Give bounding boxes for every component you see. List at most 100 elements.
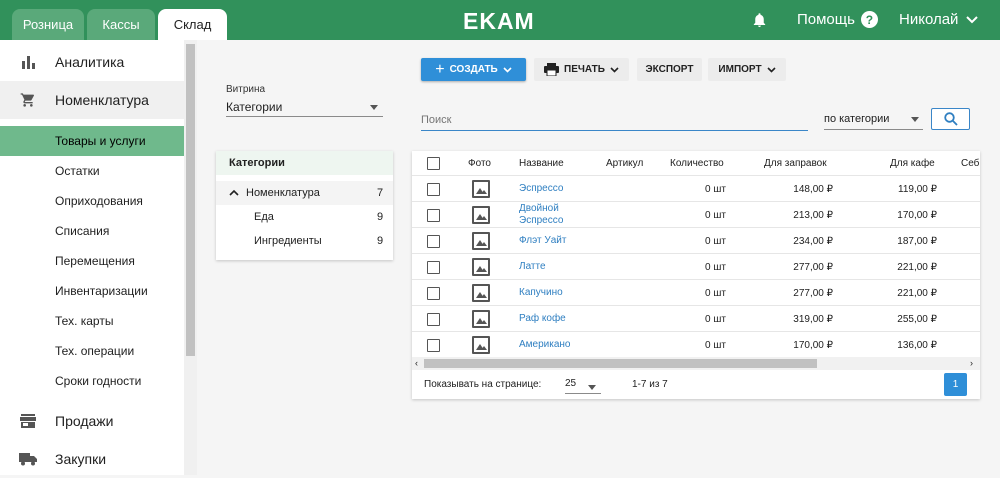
help-button[interactable]: Помощь? <box>797 11 878 28</box>
price-cafe-field[interactable]: 187,00 ₽ <box>857 228 937 254</box>
table-row[interactable]: Латте 0 шт 277,00 ₽ 221,00 ₽ <box>412 253 980 280</box>
product-name-link[interactable]: Эспрессо <box>519 176 563 202</box>
categories-panel: Категории Номенклатура 7 Еда 9 Ингредиен… <box>216 151 393 260</box>
column-header-quantity[interactable]: Количество <box>670 151 724 175</box>
sidebar-subitem-receipts[interactable]: Оприходования <box>0 186 184 216</box>
table-row[interactable]: Раф кофе 0 шт 319,00 ₽ 255,00 ₽ <box>412 305 980 332</box>
category-row[interactable]: Номенклатура 7 <box>216 181 393 205</box>
sidebar-subitem-stock[interactable]: Остатки <box>0 156 184 186</box>
showcase-select[interactable]: Категории <box>226 97 383 117</box>
sidebar-item-analytics[interactable]: Аналитика <box>0 43 184 81</box>
select-all-checkbox[interactable] <box>427 151 440 175</box>
scroll-right-icon[interactable]: › <box>970 358 973 368</box>
search-scope-select[interactable]: по категории <box>824 108 923 130</box>
sidebar-scrollbar-thumb[interactable] <box>186 44 195 356</box>
product-quantity: 0 шт <box>705 235 726 247</box>
export-label: ЭКСПОРТ <box>645 64 694 75</box>
create-button[interactable]: + СОЗДАТЬ <box>421 58 526 81</box>
sidebar-subitem-inventory[interactable]: Инвентаризации <box>0 276 184 306</box>
price-refuel-field[interactable]: 170,00 ₽ <box>753 332 833 358</box>
sidebar-subitem-tech-operations[interactable]: Тех. операции <box>0 336 184 366</box>
price-refuel-field[interactable]: 148,00 ₽ <box>753 176 833 202</box>
product-name-link[interactable]: Флэт Уайт <box>519 228 566 254</box>
product-quantity: 0 шт <box>705 287 726 299</box>
category-label: Еда <box>254 211 274 223</box>
row-checkbox[interactable] <box>427 202 440 228</box>
sidebar-subitem-transfers[interactable]: Перемещения <box>0 246 184 276</box>
product-name-link[interactable]: Латте <box>519 254 546 280</box>
column-header-name[interactable]: Название <box>519 151 564 175</box>
price-cafe-field[interactable]: 255,00 ₽ <box>857 306 937 332</box>
sidebar-item-sales[interactable]: Продажи <box>0 402 184 440</box>
price-cafe-field[interactable]: 136,00 ₽ <box>857 332 937 358</box>
row-checkbox[interactable] <box>427 306 440 332</box>
column-header-cost[interactable]: Себ <box>961 151 979 175</box>
table-row[interactable]: Капучино 0 шт 277,00 ₽ 221,00 ₽ <box>412 279 980 306</box>
column-header-photo[interactable]: Фото <box>468 151 491 175</box>
tab-retail[interactable]: Розница <box>12 9 84 40</box>
row-checkbox[interactable] <box>427 280 440 306</box>
category-row[interactable]: Еда 9 <box>216 205 393 229</box>
price-refuel-value: 277,00 ₽ <box>793 261 833 273</box>
sidebar-subitem-goods[interactable]: Товары и услуги <box>0 126 184 156</box>
price-refuel-field[interactable]: 277,00 ₽ <box>753 280 833 306</box>
price-cafe-field[interactable]: 119,00 ₽ <box>857 176 937 202</box>
product-quantity: 0 шт <box>705 313 726 325</box>
table-horizontal-scrollbar[interactable]: ‹ › <box>412 357 980 370</box>
column-header-article[interactable]: Артикул <box>606 151 643 175</box>
product-name-link[interactable]: Американо <box>519 332 571 358</box>
category-row[interactable]: Ингредиенты 9 <box>216 229 393 253</box>
price-cafe-value: 255,00 ₽ <box>897 313 937 325</box>
price-refuel-field[interactable]: 234,00 ₽ <box>753 228 833 254</box>
row-checkbox[interactable] <box>427 254 440 280</box>
product-name-link[interactable]: Раф кофе <box>519 306 566 332</box>
price-cafe-field[interactable]: 170,00 ₽ <box>857 202 937 228</box>
sidebar-item-purchases[interactable]: Закупки <box>0 440 184 478</box>
bell-icon[interactable] <box>751 11 768 29</box>
app-logo: EKAM <box>463 8 535 34</box>
row-checkbox[interactable] <box>427 332 440 358</box>
rows-per-page-select[interactable]: 25 <box>565 374 601 394</box>
user-menu[interactable]: Николай <box>899 11 979 28</box>
price-refuel-field[interactable]: 277,00 ₽ <box>753 254 833 280</box>
dropdown-caret-icon <box>370 105 378 110</box>
sidebar-subitem-writeoffs[interactable]: Списания <box>0 216 184 246</box>
tab-registers[interactable]: Кассы <box>87 9 155 40</box>
price-cafe-field[interactable]: 221,00 ₽ <box>857 254 937 280</box>
table-scrollbar-thumb[interactable] <box>424 359 817 368</box>
image-placeholder-icon <box>472 280 490 306</box>
search-button[interactable] <box>931 108 970 130</box>
search-field[interactable] <box>421 110 808 131</box>
sidebar-item-label: Номенклатура <box>55 92 149 108</box>
price-refuel-field[interactable]: 213,00 ₽ <box>753 202 833 228</box>
column-header-price-refuel[interactable]: Для заправок <box>764 151 827 175</box>
table-row[interactable]: Эспрессо 0 шт 148,00 ₽ 119,00 ₽ <box>412 175 980 202</box>
row-checkbox[interactable] <box>427 176 440 202</box>
import-button[interactable]: ИМПОРТ <box>708 58 786 81</box>
price-refuel-value: 234,00 ₽ <box>793 235 833 247</box>
create-label: СОЗДАТЬ <box>449 64 498 75</box>
price-refuel-field[interactable]: 319,00 ₽ <box>753 306 833 332</box>
export-button[interactable]: ЭКСПОРТ <box>637 58 702 81</box>
page-1-button[interactable]: 1 <box>944 373 967 396</box>
price-cafe-field[interactable]: 221,00 ₽ <box>857 280 937 306</box>
row-checkbox[interactable] <box>427 228 440 254</box>
table-row[interactable]: Двойной Эспрессо 0 шт 213,00 ₽ 170,00 ₽ <box>412 201 980 228</box>
search-input[interactable] <box>421 114 808 126</box>
scroll-left-icon[interactable]: ‹ <box>415 358 418 368</box>
sidebar-item-label: Аналитика <box>55 54 125 70</box>
table-row[interactable]: Флэт Уайт 0 шт 234,00 ₽ 187,00 ₽ <box>412 227 980 254</box>
product-name-link[interactable]: Двойной Эспрессо <box>519 202 563 228</box>
sidebar-subitem-tech-cards[interactable]: Тех. карты <box>0 306 184 336</box>
product-name-link[interactable]: Капучино <box>519 280 563 306</box>
table-row[interactable]: Американо 0 шт 170,00 ₽ 136,00 ₽ <box>412 331 980 358</box>
image-placeholder-icon <box>472 332 490 358</box>
chevron-up-icon[interactable] <box>229 189 239 196</box>
tab-warehouse[interactable]: Склад <box>158 9 227 40</box>
price-refuel-value: 319,00 ₽ <box>793 313 833 325</box>
sidebar-subitem-expiry[interactable]: Сроки годности <box>0 366 184 396</box>
column-header-price-cafe[interactable]: Для кафе <box>890 151 935 175</box>
print-button[interactable]: ПЕЧАТЬ <box>534 58 629 81</box>
sidebar-item-nomenclature[interactable]: Номенклатура <box>0 81 184 119</box>
chevron-down-icon <box>766 66 776 73</box>
